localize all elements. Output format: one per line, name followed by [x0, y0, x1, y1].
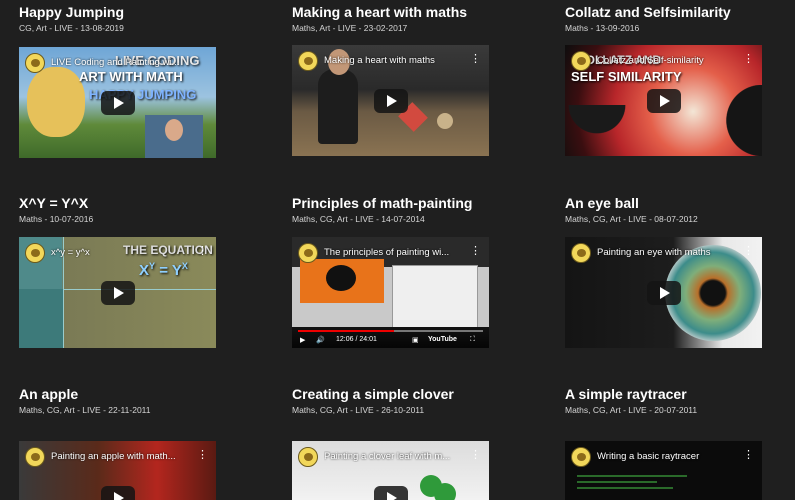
overlay-text: SELF SIMILARITY	[571, 69, 682, 84]
video-thumbnail[interactable]: Painting a clover leaf with m... ⋮	[292, 441, 489, 500]
equation-text: XY = YX	[139, 261, 188, 279]
video-card-xy-equation: X^Y = Y^X Maths - 10-07-2016	[19, 195, 217, 224]
video-meta: Maths, CG, Art - LIVE - 22-11-2011	[19, 405, 151, 415]
equation-part: =	[159, 262, 168, 279]
fullscreen-icon[interactable]: ⛶	[470, 336, 475, 344]
video-meta: Maths, CG, Art - LIVE - 20-07-2011	[565, 405, 698, 415]
video-meta: Maths, Art - LIVE - 23-02-2017	[292, 23, 408, 33]
play-icon[interactable]: ▶	[300, 336, 305, 344]
channel-avatar-icon[interactable]	[298, 243, 318, 263]
video-meta: Maths, CG, Art - LIVE - 26-10-2011	[292, 405, 425, 415]
embedded-video-title[interactable]: Making a heart with maths	[324, 55, 465, 66]
video-heading[interactable]: Creating a simple clover	[292, 386, 490, 402]
video-card-math-painting: Principles of math-painting Maths, CG, A…	[292, 195, 490, 224]
kebab-menu-icon[interactable]: ⋮	[470, 246, 481, 257]
play-icon[interactable]	[646, 280, 681, 305]
equation-part: X	[139, 262, 150, 279]
video-thumbnail[interactable]: Making a heart with maths ⋮	[292, 45, 489, 156]
kebab-menu-icon[interactable]: ⋮	[743, 54, 754, 65]
equation-part: Y	[149, 261, 156, 271]
kebab-menu-icon[interactable]: ⋮	[197, 246, 208, 257]
time-display: 12:06 / 24:01	[336, 336, 377, 343]
video-meta: Maths - 13-09-2016	[565, 23, 640, 33]
kebab-menu-icon[interactable]: ⋮	[743, 246, 754, 257]
channel-avatar-icon[interactable]	[298, 447, 318, 467]
channel-avatar-icon[interactable]	[571, 51, 591, 71]
channel-avatar-icon[interactable]	[298, 51, 318, 71]
embedded-video-title[interactable]: x^y = y^x	[51, 247, 192, 258]
channel-avatar-icon[interactable]	[25, 53, 45, 73]
play-icon[interactable]	[373, 486, 408, 500]
video-heading[interactable]: X^Y = Y^X	[19, 195, 217, 211]
embedded-video-title[interactable]: LIVE Coding and Painting wi...	[51, 57, 192, 68]
video-heading[interactable]: Making a heart with maths	[292, 4, 490, 20]
video-thumbnail[interactable]: LIVE CODING ART WITH MATH HAPPY JUMPING …	[19, 47, 216, 158]
youtube-logo[interactable]: YouTube	[428, 336, 457, 343]
channel-avatar-icon[interactable]	[25, 243, 45, 263]
kebab-menu-icon[interactable]: ⋮	[470, 450, 481, 461]
embedded-video-title[interactable]: Collatz and Self-similarity	[597, 55, 738, 66]
progress-bar[interactable]	[298, 330, 483, 332]
video-meta: CG, Art - LIVE - 13-08-2019	[19, 23, 124, 33]
video-heading[interactable]: An apple	[19, 386, 217, 402]
video-thumbnail[interactable]: COLLATZ AND SELF SIMILARITY Collatz and …	[565, 45, 762, 156]
video-thumbnail[interactable]: Painting an eye with maths ⋮	[565, 237, 762, 348]
video-thumbnail[interactable]: THE EQUATION XY = YX x^y = y^x ⋮	[19, 237, 216, 348]
channel-avatar-icon[interactable]	[571, 447, 591, 467]
video-thumbnail[interactable]: Writing a basic raytracer ⋮	[565, 441, 762, 500]
video-meta: Maths, CG, Art - LIVE - 14-07-2014	[292, 214, 425, 224]
play-icon[interactable]	[373, 88, 408, 113]
video-heading[interactable]: A simple raytracer	[565, 386, 763, 402]
kebab-menu-icon[interactable]: ⋮	[470, 54, 481, 65]
video-controls: ▶ 🔊 12:06 / 24:01 ▣ YouTube ⛶	[292, 328, 489, 348]
equation-part: X	[181, 261, 188, 271]
video-heading[interactable]: Collatz and Selfsimilarity	[565, 4, 763, 20]
channel-avatar-icon[interactable]	[25, 447, 45, 467]
video-card-happy-jumping: Happy Jumping CG, Art - LIVE - 13-08-201…	[19, 4, 217, 33]
kebab-menu-icon[interactable]: ⋮	[197, 450, 208, 461]
embedded-video-title[interactable]: Writing a basic raytracer	[597, 451, 738, 462]
kebab-menu-icon[interactable]: ⋮	[743, 450, 754, 461]
play-icon[interactable]	[100, 280, 135, 305]
video-heading[interactable]: Principles of math-painting	[292, 195, 490, 211]
play-icon[interactable]	[100, 90, 135, 115]
overlay-text: ART WITH MATH	[79, 69, 183, 84]
video-card-apple: An apple Maths, CG, Art - LIVE - 22-11-2…	[19, 386, 217, 415]
play-icon[interactable]	[646, 88, 681, 113]
video-heading[interactable]: An eye ball	[565, 195, 763, 211]
video-card-collatz: Collatz and Selfsimilarity Maths - 13-09…	[565, 4, 763, 33]
video-card-eye-ball: An eye ball Maths, CG, Art - LIVE - 08-0…	[565, 195, 763, 224]
play-icon[interactable]	[100, 486, 135, 500]
embedded-video-title[interactable]: Painting a clover leaf with m...	[324, 451, 465, 462]
video-card-clover: Creating a simple clover Maths, CG, Art …	[292, 386, 490, 415]
channel-avatar-icon[interactable]	[571, 243, 591, 263]
video-thumbnail[interactable]: Painting an apple with math... ⋮	[19, 441, 216, 500]
video-meta: Maths, CG, Art - LIVE - 08-07-2012	[565, 214, 698, 224]
embedded-video-title[interactable]: Painting an eye with maths	[597, 247, 738, 258]
video-card-heart: Making a heart with maths Maths, Art - L…	[292, 4, 490, 33]
video-heading[interactable]: Happy Jumping	[19, 4, 217, 20]
volume-icon[interactable]: 🔊	[316, 336, 325, 344]
embedded-video-title[interactable]: The principles of painting wi...	[324, 247, 465, 258]
embedded-video-title[interactable]: Painting an apple with math...	[51, 451, 192, 462]
video-thumbnail[interactable]: The principles of painting wi... ⋮ ▶ 🔊 1…	[292, 237, 489, 348]
equation-part: Y	[171, 262, 182, 279]
video-card-raytracer: A simple raytracer Maths, CG, Art - LIVE…	[565, 386, 763, 415]
video-meta: Maths - 10-07-2016	[19, 214, 94, 224]
captions-icon[interactable]: ▣	[412, 336, 419, 344]
